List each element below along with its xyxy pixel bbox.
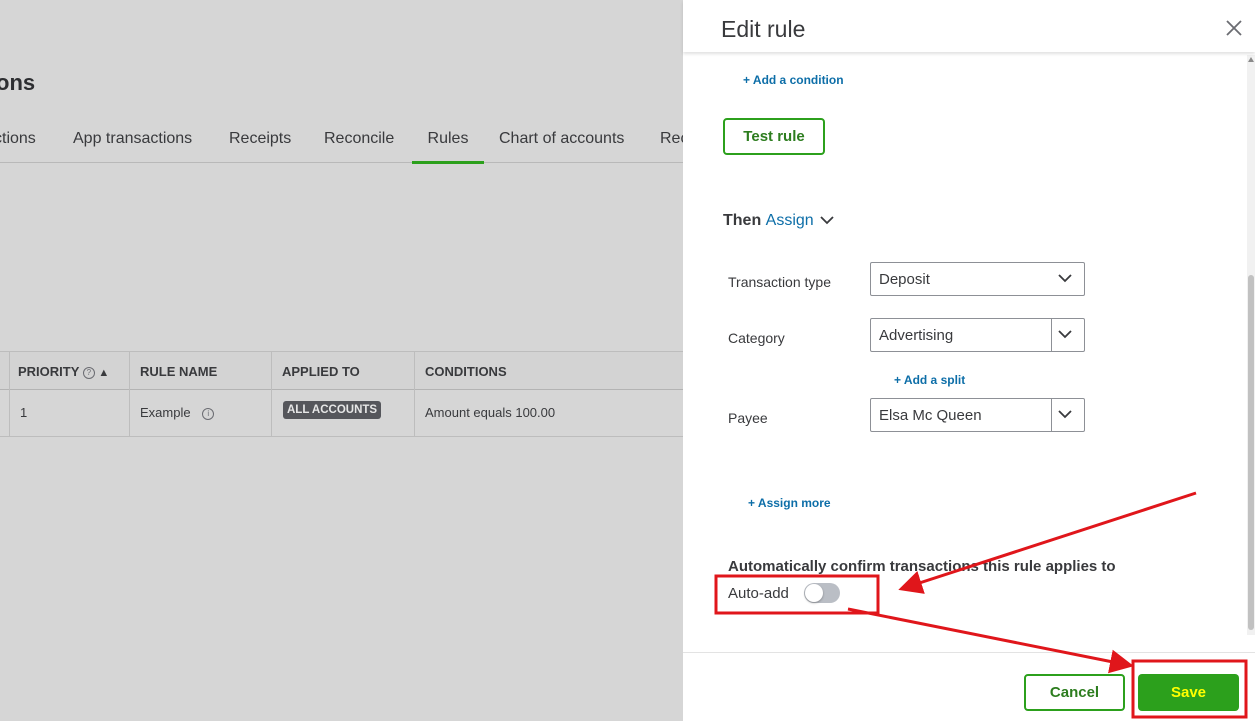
category-combobox[interactable]: Advertising <box>870 318 1085 352</box>
tab-bar: ctions App transactions Receipts Reconci… <box>0 120 683 164</box>
chevron-down-icon <box>820 216 834 225</box>
payee-label: Payee <box>728 410 768 426</box>
test-rule-button[interactable]: Test rule <box>723 118 825 155</box>
add-split-link[interactable]: + Add a split <box>894 373 965 387</box>
tab-app-transactions[interactable]: App transactions <box>73 130 192 148</box>
tab-chart-of-accounts[interactable]: Chart of accounts <box>499 130 624 148</box>
background-page: ons ctions App transactions Receipts Rec… <box>0 0 683 720</box>
auto-add-toggle[interactable] <box>804 583 840 603</box>
save-button[interactable]: Save <box>1138 674 1239 711</box>
header-conditions[interactable]: CONDITIONS <box>425 364 507 379</box>
page-title: ons <box>0 70 36 95</box>
column-divider <box>129 351 130 436</box>
tab-transactions[interactable]: ctions <box>0 130 36 148</box>
tab-receipts[interactable]: Receipts <box>229 130 291 148</box>
category-label: Category <box>728 330 785 346</box>
transaction-type-value: Deposit <box>879 271 930 288</box>
tab-more[interactable]: Rec <box>660 130 683 148</box>
chevron-down-icon[interactable] <box>1058 409 1072 419</box>
assign-more-link[interactable]: + Assign more <box>748 496 831 510</box>
auto-add-label: Auto-add <box>728 585 789 602</box>
panel-scrollbar[interactable] <box>1247 55 1255 635</box>
panel-header: Edit rule <box>683 0 1255 52</box>
transaction-type-select[interactable]: Deposit <box>870 262 1085 296</box>
rule-name-text: Example <box>140 405 191 420</box>
help-icon[interactable]: ? <box>82 366 95 379</box>
cell-rule-name: Example i <box>140 405 215 420</box>
info-icon[interactable]: i <box>202 407 215 420</box>
payee-value: Elsa Mc Queen <box>879 407 982 424</box>
toggle-knob <box>805 584 823 602</box>
close-icon[interactable] <box>1224 18 1244 38</box>
column-divider <box>414 351 415 436</box>
column-divider <box>271 351 272 436</box>
panel-footer: Cancel Save <box>683 652 1255 721</box>
scroll-up-arrow-icon[interactable] <box>1248 57 1254 62</box>
applied-to-badge: ALL ACCOUNTS <box>283 401 382 419</box>
tab-rules[interactable]: Rules <box>412 130 484 164</box>
cell-conditions: Amount equals 100.00 <box>425 405 556 420</box>
edit-rule-panel: Edit rule + Add a condition Test rule Th… <box>683 0 1255 721</box>
tab-reconcile[interactable]: Reconcile <box>324 130 394 148</box>
cancel-button[interactable]: Cancel <box>1024 674 1125 711</box>
header-priority-label: PRIORITY <box>18 364 80 379</box>
auto-confirm-heading: Automatically confirm transactions this … <box>728 558 1116 575</box>
sort-ascending-icon[interactable]: ▲ <box>98 367 109 379</box>
assign-dropdown[interactable]: Assign <box>766 212 834 229</box>
cell-priority: 1 <box>20 405 28 420</box>
payee-combobox[interactable]: Elsa Mc Queen <box>870 398 1085 432</box>
scrollbar-thumb[interactable] <box>1248 275 1254 630</box>
dropdown-divider <box>1051 399 1052 431</box>
chevron-down-icon[interactable] <box>1058 329 1072 339</box>
dropdown-divider <box>1051 319 1052 351</box>
category-value: Advertising <box>879 327 954 344</box>
chevron-down-icon <box>1058 274 1072 283</box>
header-priority[interactable]: PRIORITY ? ▲ <box>18 364 109 379</box>
table-row[interactable]: 1 Example i ALL ACCOUNTS Amount equals 1… <box>0 389 683 437</box>
panel-title: Edit rule <box>721 16 806 42</box>
add-condition-link[interactable]: + Add a condition <box>743 73 844 87</box>
header-applied-to[interactable]: APPLIED TO <box>282 364 360 379</box>
header-rule-name[interactable]: RULE NAME <box>140 364 217 379</box>
table-header: PRIORITY ? ▲ RULE NAME APPLIED TO CONDIT… <box>0 351 683 390</box>
transaction-type-label: Transaction type <box>728 274 831 290</box>
then-section-heading: Then Assign <box>723 212 834 230</box>
assign-label: Assign <box>765 212 814 229</box>
then-label: Then <box>723 212 762 229</box>
column-divider <box>9 351 10 436</box>
